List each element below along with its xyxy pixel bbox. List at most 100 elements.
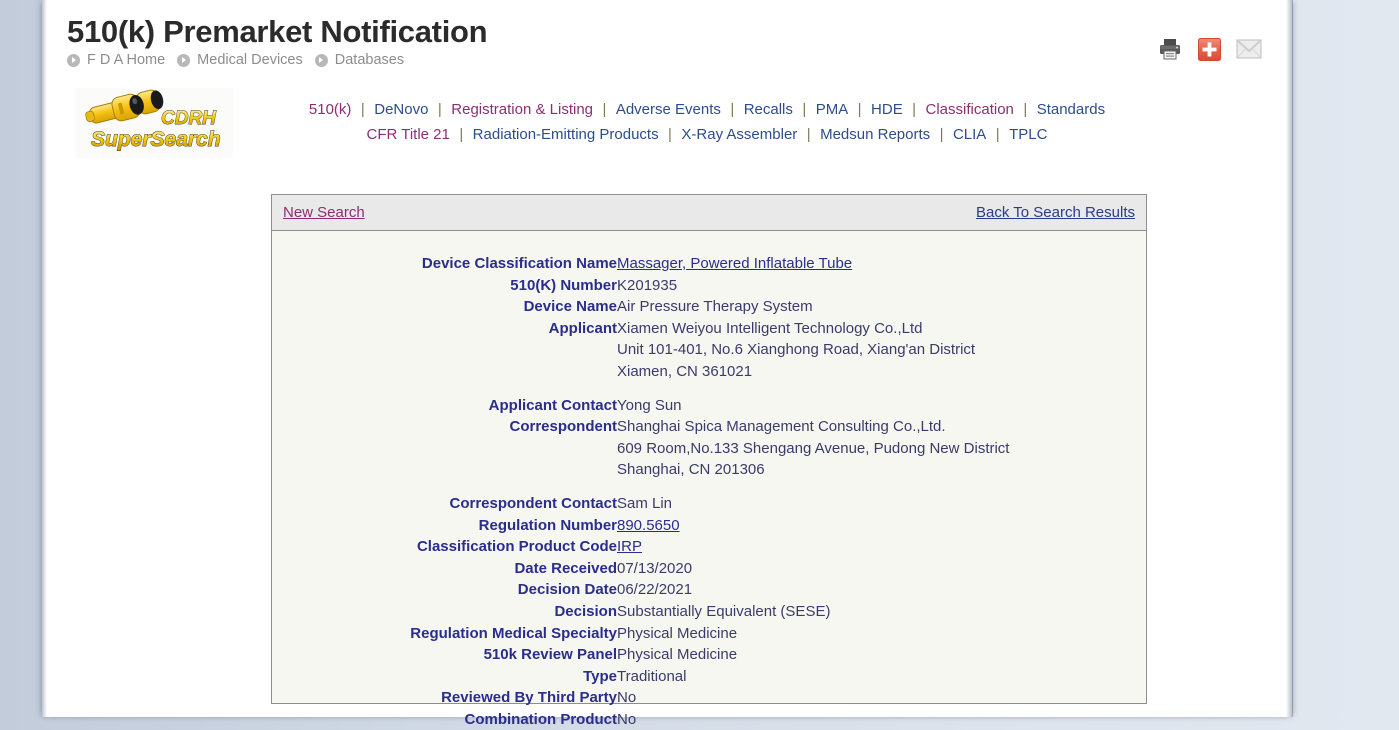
- nav-link-registration-listing[interactable]: Registration & Listing: [451, 101, 593, 118]
- detail-label: Correspondent Contact: [449, 494, 617, 512]
- table-row-spacer: [272, 481, 1146, 493]
- detail-value: Air Pressure Therapy System: [617, 298, 813, 316]
- results-panel-header: New Search Back To Search Results: [272, 195, 1146, 231]
- breadcrumb: F D A Home Medical Devices Databases: [67, 52, 404, 68]
- cdrh-supersearch-logo[interactable]: CDRH SuperSearch: [75, 88, 233, 158]
- nav-link-xray-assembler[interactable]: X-Ray Assembler: [681, 126, 797, 143]
- table-row: Decision Substantially Equivalent (SESE): [272, 601, 1146, 623]
- nav-separator: |: [1023, 101, 1028, 118]
- detail-label: Regulation Number: [478, 516, 617, 534]
- nav-separator: |: [730, 101, 735, 118]
- nav-link-standards[interactable]: Standards: [1037, 101, 1105, 118]
- nav-link-cfr-title-21[interactable]: CFR Title 21: [367, 126, 450, 143]
- header-tools: [1157, 36, 1262, 67]
- share-plus-icon[interactable]: [1197, 37, 1222, 67]
- detail-value: K201935: [617, 276, 678, 294]
- nav-separator: |: [802, 101, 807, 118]
- table-row-spacer: [272, 383, 1146, 395]
- table-row: Regulation Medical Specialty Physical Med…: [272, 623, 1146, 645]
- results-panel: New Search Back To Search Results Device…: [271, 194, 1147, 728]
- print-icon[interactable]: [1157, 36, 1183, 67]
- table-row: Device Classification Name Massager, Powe…: [272, 253, 1146, 275]
- detail-value-link[interactable]: Massager, Powered Inflatable Tube: [617, 255, 852, 272]
- nav-separator: |: [857, 101, 862, 118]
- table-row: Reviewed By Third Party No: [272, 687, 1146, 709]
- nav-separator: |: [939, 126, 944, 143]
- detail-label: Date Received: [514, 559, 617, 577]
- svg-text:SuperSearch: SuperSearch: [91, 128, 221, 151]
- nav-link-pma[interactable]: PMA: [816, 101, 849, 118]
- nav-row-1: 510(k) | DeNovo | Registration & Listing…: [242, 97, 1172, 122]
- detail-value[interactable]: 890.5650: [617, 515, 1146, 537]
- detail-value: Physical Medicine: [617, 646, 738, 664]
- svg-text:CDRH: CDRH: [161, 108, 217, 129]
- nav-link-radiation-emitting-products[interactable]: Radiation-Emitting Products: [473, 126, 659, 143]
- detail-value-link[interactable]: IRP: [617, 538, 642, 555]
- detail-label: Decision: [554, 602, 617, 620]
- nav-separator: |: [668, 126, 672, 143]
- table-row: Type Traditional: [272, 666, 1146, 688]
- new-search-link[interactable]: New Search: [283, 204, 365, 221]
- detail-value: Substantially Equivalent (SESE): [617, 602, 831, 620]
- chevron-circle-icon: [314, 53, 328, 67]
- nav-link-hde[interactable]: HDE: [871, 101, 903, 118]
- table-row: Classification Product Code IRP: [272, 536, 1146, 558]
- nav-link-classification[interactable]: Classification: [926, 101, 1014, 118]
- nav-separator: |: [806, 126, 811, 143]
- detail-value[interactable]: IRP: [617, 536, 1146, 558]
- detail-label: Regulation Medical Specialty: [410, 624, 617, 642]
- detail-label: Applicant Contact: [488, 396, 617, 414]
- back-to-search-results-link[interactable]: Back To Search Results: [976, 204, 1135, 221]
- detail-value-link[interactable]: 890.5650: [617, 517, 680, 534]
- email-icon[interactable]: [1236, 37, 1262, 66]
- detail-label: Device Classification Name: [421, 255, 617, 272]
- detail-label: Applicant: [548, 319, 617, 337]
- nav-separator: |: [459, 126, 464, 143]
- nav-link-medsun-reports[interactable]: Medsun Reports: [820, 126, 930, 143]
- detail-label: Type: [583, 667, 617, 685]
- nav-link-adverse-events[interactable]: Adverse Events: [616, 101, 721, 118]
- page-title: 510(k) Premarket Notification: [67, 14, 488, 49]
- nav-separator: |: [360, 101, 365, 118]
- breadcrumb-item-medical-devices[interactable]: Medical Devices: [197, 52, 303, 68]
- detail-label: 510k Review Panel: [483, 646, 617, 664]
- nav-separator: |: [995, 126, 1000, 143]
- table-row: Combination Product No: [272, 709, 1146, 730]
- nav-separator: |: [437, 101, 442, 118]
- device-detail-table: Device Classification Name Massager, Powe…: [272, 253, 1146, 730]
- table-row: Correspondent Shanghai Spica Management C…: [272, 416, 1146, 481]
- spacer-cell: [272, 481, 1146, 493]
- detail-value: Xiamen Weiyou Intelligent Technology Co.…: [617, 319, 976, 380]
- detail-value[interactable]: Massager, Powered Inflatable Tube: [617, 253, 1146, 275]
- database-nav: 510(k) | DeNovo | Registration & Listing…: [242, 97, 1172, 147]
- detail-value: 06/22/2021: [617, 581, 693, 599]
- nav-link-510k[interactable]: 510(k): [309, 101, 352, 118]
- detail-value: Yong Sun: [617, 396, 682, 414]
- table-row: 510(K) Number K201935: [272, 275, 1146, 297]
- detail-value: Shanghai Spica Management Consulting Co.…: [617, 418, 1010, 479]
- nav-row-2: CFR Title 21 | Radiation-Emitting Produc…: [242, 122, 1172, 147]
- nav-separator: |: [912, 101, 917, 118]
- table-row: Device Name Air Pressure Therapy System: [272, 296, 1146, 318]
- table-row: Correspondent Contact Sam Lin: [272, 493, 1146, 515]
- detail-value: No: [617, 710, 637, 728]
- table-row: 510k Review Panel Physical Medicine: [272, 644, 1146, 666]
- detail-label: Correspondent: [509, 418, 617, 436]
- breadcrumb-item-fda-home[interactable]: F D A Home: [87, 52, 165, 68]
- table-row: Applicant Contact Yong Sun: [272, 395, 1146, 417]
- detail-label: Combination Product: [464, 710, 618, 728]
- table-row: Regulation Number 890.5650: [272, 515, 1146, 537]
- page-sheet: 510(k) Premarket Notification F D A Home…: [42, 0, 1292, 728]
- detail-label: Reviewed By Third Party: [441, 689, 617, 707]
- nav-link-tplc[interactable]: TPLC: [1009, 126, 1047, 143]
- breadcrumb-item-databases[interactable]: Databases: [335, 52, 404, 68]
- detail-label: 510(K) Number: [510, 276, 617, 294]
- nav-link-recalls[interactable]: Recalls: [744, 101, 793, 118]
- nav-link-denovo[interactable]: DeNovo: [374, 101, 428, 118]
- nav-link-clia[interactable]: CLIA: [953, 126, 986, 143]
- detail-value: Traditional: [617, 667, 687, 685]
- page-header: 510(k) Premarket Notification F D A Home…: [42, 0, 1292, 88]
- table-row: Decision Date 06/22/2021: [272, 579, 1146, 601]
- nav-separator: |: [602, 101, 607, 118]
- table-row: Date Received 07/13/2020: [272, 558, 1146, 580]
